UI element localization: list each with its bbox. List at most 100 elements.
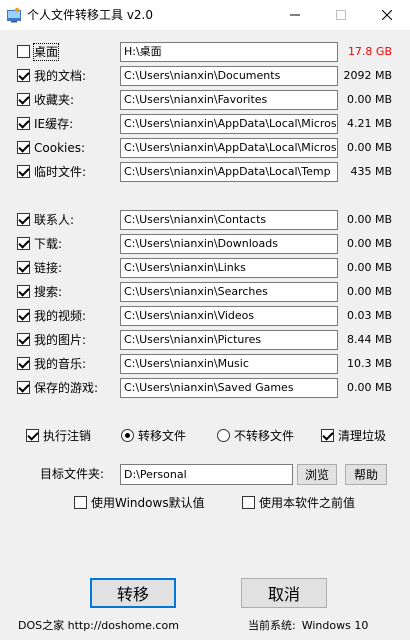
close-button[interactable] — [364, 0, 410, 30]
current-os: 当前系统: Windows 10 — [248, 619, 368, 633]
browse-button[interactable]: 浏览 — [297, 464, 337, 485]
folder-row-videos: 我的视频: C:\Users\nianxin\Videos 0.03 MB — [0, 304, 410, 328]
app-icon — [7, 7, 21, 23]
folder-checkbox[interactable] — [17, 69, 30, 82]
no-transfer-radio[interactable] — [217, 429, 230, 442]
folder-checkbox[interactable] — [17, 165, 30, 178]
folder-label[interactable]: 保存的游戏: — [34, 380, 98, 396]
logoff-label[interactable]: 执行注销 — [43, 428, 91, 444]
folder-row-pictures: 我的图片: C:\Users\nianxin\Pictures 8.44 MB — [0, 328, 410, 352]
folder-row-contacts: 联系人: C:\Users\nianxin\Contacts 0.00 MB — [0, 208, 410, 232]
folder-row-temp: 临时文件: C:\Users\nianxin\AppData\Local\Tem… — [0, 160, 410, 184]
folder-path-input[interactable]: C:\Users\nianxin\Videos — [120, 306, 338, 326]
folder-path-input[interactable]: H:\桌面 — [120, 42, 338, 62]
folder-path-input[interactable]: C:\Users\nianxin\Documents — [120, 66, 338, 86]
folder-label[interactable]: 链接: — [34, 260, 62, 276]
maximize-button[interactable] — [318, 0, 364, 30]
folder-size: 0.00 MB — [346, 261, 392, 274]
help-button[interactable]: 帮助 — [345, 464, 387, 485]
folder-checkbox[interactable] — [17, 141, 30, 154]
previous-value-label[interactable]: 使用本软件之前值 — [259, 495, 355, 511]
folder-size: 17.8 GB — [347, 45, 392, 58]
previous-value-checkbox[interactable] — [242, 496, 255, 509]
window-title: 个人文件转移工具 v2.0 — [27, 8, 154, 22]
target-folder-input[interactable]: D:\Personal — [120, 464, 293, 485]
folder-checkbox[interactable] — [17, 285, 30, 298]
folder-label[interactable]: 我的文档: — [34, 68, 86, 84]
folder-size: 0.00 MB — [346, 213, 392, 226]
folder-row-searches: 搜索: C:\Users\nianxin\Searches 0.00 MB — [0, 280, 410, 304]
folder-path-input[interactable]: C:\Users\nianxin\Searches — [120, 282, 338, 302]
windows-default-label[interactable]: 使用Windows默认值 — [91, 495, 205, 511]
folder-checkbox[interactable] — [17, 45, 30, 58]
clean-junk-checkbox[interactable] — [321, 429, 334, 442]
folder-path-input[interactable]: C:\Users\nianxin\Music — [120, 354, 338, 374]
folder-label[interactable]: 我的视频: — [34, 308, 86, 324]
folder-checkbox[interactable] — [17, 117, 30, 130]
target-folder-label: 目标文件夹: — [40, 467, 105, 481]
folder-row-ie-cache: IE缓存: C:\Users\nianxin\AppData\Local\Mic… — [0, 112, 410, 136]
folder-size: 2092 MB — [343, 69, 392, 82]
folder-size: 435 MB — [350, 165, 392, 178]
cancel-button[interactable]: 取消 — [241, 578, 327, 608]
folder-label[interactable]: 我的图片: — [34, 332, 86, 348]
folder-size: 0.03 MB — [346, 309, 392, 322]
clean-junk-label[interactable]: 清理垃圾 — [338, 428, 386, 444]
folder-path-input[interactable]: C:\Users\nianxin\Favorites — [120, 90, 338, 110]
transfer-files-label[interactable]: 转移文件 — [138, 428, 186, 444]
current-os-label: 当前系统: — [248, 619, 296, 632]
folder-checkbox[interactable] — [17, 93, 30, 106]
folder-size: 10.3 MB — [346, 357, 392, 370]
folder-row-favorites: 收藏夹: C:\Users\nianxin\Favorites 0.00 MB — [0, 88, 410, 112]
folder-path-input[interactable]: C:\Users\nianxin\AppData\Local\Microsoft… — [120, 138, 338, 158]
folder-checkbox[interactable] — [17, 213, 30, 226]
folder-checkbox[interactable] — [17, 357, 30, 370]
minimize-icon — [290, 14, 300, 16]
windows-default-checkbox[interactable] — [74, 496, 87, 509]
title-bar: 个人文件转移工具 v2.0 — [0, 0, 410, 30]
folder-checkbox[interactable] — [17, 309, 30, 322]
folder-path-input[interactable]: C:\Users\nianxin\Links — [120, 258, 338, 278]
folder-path-input[interactable]: C:\Users\nianxin\Saved Games — [120, 378, 338, 398]
folder-size: 0.00 MB — [346, 237, 392, 250]
folder-row-desktop: 桌面 H:\桌面 17.8 GB — [0, 40, 410, 64]
folder-label[interactable]: IE缓存: — [34, 116, 73, 132]
folder-label[interactable]: 搜索: — [34, 284, 62, 300]
folder-size: 0.00 MB — [346, 381, 392, 394]
folder-label[interactable]: Cookies: — [34, 140, 85, 156]
folder-label[interactable]: 收藏夹: — [34, 92, 74, 108]
folder-path-input[interactable]: C:\Users\nianxin\Pictures — [120, 330, 338, 350]
folder-size: 4.21 MB — [346, 117, 392, 130]
folder-path-input[interactable]: C:\Users\nianxin\Contacts — [120, 210, 338, 230]
folder-row-links: 链接: C:\Users\nianxin\Links 0.00 MB — [0, 256, 410, 280]
folder-row-music: 我的音乐: C:\Users\nianxin\Music 10.3 MB — [0, 352, 410, 376]
folder-checkbox[interactable] — [17, 333, 30, 346]
folder-size: 8.44 MB — [346, 333, 392, 346]
maximize-icon — [336, 10, 346, 20]
folder-row-cookies: Cookies: C:\Users\nianxin\AppData\Local\… — [0, 136, 410, 160]
folder-size: 0.00 MB — [346, 285, 392, 298]
folder-row-saved-games: 保存的游戏: C:\Users\nianxin\Saved Games 0.00… — [0, 376, 410, 400]
folder-path-input[interactable]: C:\Users\nianxin\Downloads — [120, 234, 338, 254]
folder-checkbox[interactable] — [17, 381, 30, 394]
minimize-button[interactable] — [272, 0, 318, 30]
folder-path-input[interactable]: C:\Users\nianxin\AppData\Local\Microsoft… — [120, 114, 338, 134]
folder-checkbox[interactable] — [17, 237, 30, 250]
no-transfer-label[interactable]: 不转移文件 — [234, 428, 294, 444]
folder-checkbox[interactable] — [17, 261, 30, 274]
transfer-files-radio[interactable] — [121, 429, 134, 442]
folder-label[interactable]: 联系人: — [34, 212, 74, 228]
current-os-value: Windows 10 — [301, 619, 369, 632]
folder-size: 0.00 MB — [346, 93, 392, 106]
folder-label[interactable]: 临时文件: — [34, 164, 86, 180]
folder-path-input[interactable]: C:\Users\nianxin\AppData\Local\Temp — [120, 162, 338, 182]
folder-label[interactable]: 我的音乐: — [34, 356, 86, 372]
folder-row-downloads: 下载: C:\Users\nianxin\Downloads 0.00 MB — [0, 232, 410, 256]
folder-row-documents: 我的文档: C:\Users\nianxin\Documents 2092 MB — [0, 64, 410, 88]
transfer-button[interactable]: 转移 — [90, 578, 176, 608]
close-icon — [382, 10, 392, 20]
site-link[interactable]: DOS之家 http://doshome.com — [18, 619, 179, 633]
folder-label[interactable]: 桌面 — [32, 43, 60, 61]
folder-label[interactable]: 下载: — [34, 236, 62, 252]
logoff-checkbox[interactable] — [26, 429, 39, 442]
